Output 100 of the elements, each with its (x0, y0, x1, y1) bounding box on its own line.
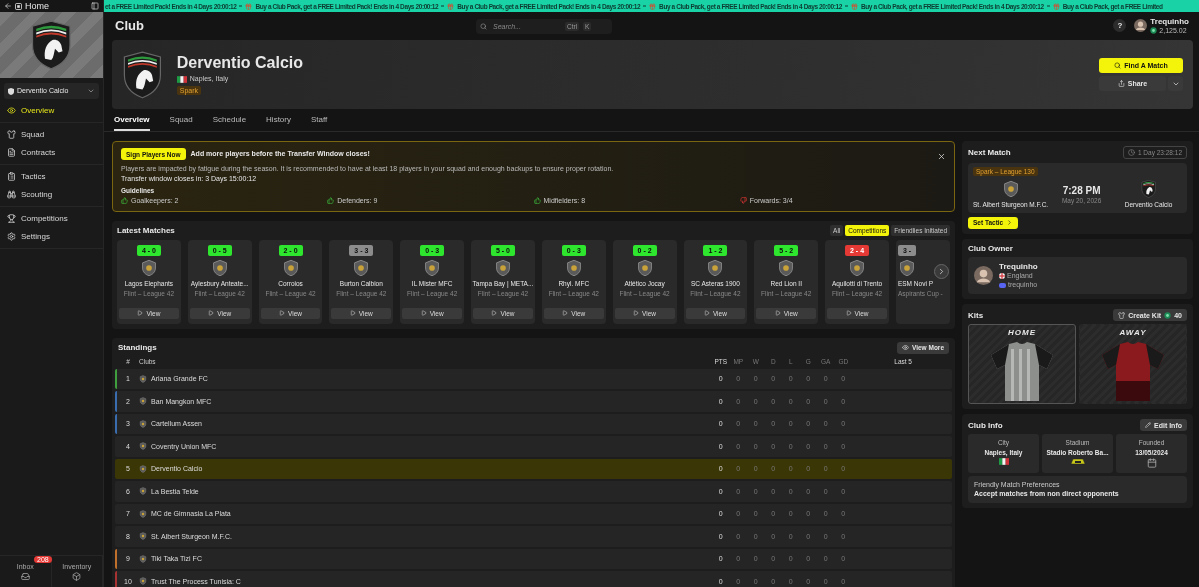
nav-item[interactable]: Competitions (0, 210, 103, 227)
club-crest-icon (848, 258, 867, 277)
shield-logo (122, 50, 163, 99)
shirt-icon (7, 130, 16, 139)
club-crest-icon (139, 419, 147, 428)
trophy-icon (7, 214, 16, 223)
kickoff-time: 7:28 PM (1062, 185, 1101, 197)
club-crest-icon (423, 258, 442, 277)
pencil-icon (1145, 422, 1151, 429)
play-icon (137, 310, 144, 317)
play-icon (279, 310, 286, 317)
kit-label: AWAY (1119, 328, 1147, 338)
user-name: Trequinho (1150, 17, 1189, 27)
club-crest-icon (777, 258, 796, 277)
calendar-icon (1146, 458, 1157, 469)
club-crest-icon (897, 258, 916, 277)
play-icon (349, 310, 356, 317)
separator-dash-icon (441, 5, 445, 7)
club-crest-icon (139, 554, 147, 563)
play-icon (774, 310, 781, 317)
club-crest-icon (1001, 180, 1020, 199)
play-icon (703, 310, 710, 317)
help-button[interactable]: ? (1113, 19, 1127, 33)
club-crest-icon (564, 258, 583, 277)
back-icon[interactable] (4, 2, 12, 10)
section-title: Next Match (968, 148, 1011, 158)
nav-item[interactable]: Settings (0, 228, 103, 245)
kit-label: HOME (1008, 328, 1036, 338)
section-title: Club Info (968, 420, 1003, 430)
play-icon (420, 310, 427, 317)
clipboard-icon (7, 172, 16, 181)
nav-item[interactable]: Squad (0, 126, 103, 143)
club-crest-icon (352, 258, 371, 277)
separator-dash-icon (844, 5, 848, 7)
nav-item[interactable]: Tactics (0, 168, 103, 185)
chevron-right-icon (1006, 219, 1014, 227)
kit-card[interactable]: AWAY (1079, 324, 1187, 405)
app-logo-icon (15, 2, 22, 10)
play-icon (562, 310, 569, 317)
club-crest-icon (706, 258, 725, 277)
italy-flag-icon (998, 458, 1009, 466)
club-crest-icon (139, 442, 147, 451)
shield-logo (1140, 180, 1157, 199)
clock-icon (1127, 149, 1135, 157)
play-icon (845, 310, 852, 317)
section-title: Latest Matches (117, 225, 175, 235)
club-crest-icon (139, 577, 147, 586)
coin-icon (1164, 311, 1172, 319)
search-icon (1114, 62, 1122, 69)
club-crest-icon (139, 487, 147, 496)
shield-logo (30, 20, 73, 70)
club-crest-icon (139, 258, 158, 277)
italy-flag-icon (176, 75, 187, 83)
nav-item[interactable]: Overview (0, 102, 103, 119)
settings-icon (7, 232, 16, 241)
club-crest-icon (210, 258, 229, 277)
nav-item[interactable]: Scouting (0, 186, 103, 203)
nav-item[interactable]: Contracts (0, 144, 103, 161)
chat-icon (999, 282, 1006, 288)
eye-icon (901, 344, 909, 352)
club-crest-icon (493, 258, 512, 277)
tab[interactable]: Schedule (212, 110, 247, 131)
separator-dash-icon (1046, 5, 1050, 7)
club-crest-icon (139, 509, 147, 518)
chevron-right-icon (937, 266, 946, 276)
club-crest-icon (281, 258, 300, 277)
stadium-icon (1069, 458, 1086, 466)
coin-icon (1150, 27, 1158, 35)
club-crest-icon (139, 464, 147, 473)
tab[interactable]: Staff (310, 110, 328, 131)
england-flag-icon (999, 273, 1005, 280)
separator-dash-icon (239, 5, 243, 7)
tab[interactable]: Squad (169, 110, 193, 131)
sidebar-toggle-icon[interactable] (91, 2, 99, 10)
inbox-icon (20, 571, 30, 581)
club-crest-icon (139, 532, 147, 541)
document-icon (7, 148, 16, 157)
chevron-down-icon (87, 87, 95, 95)
club-crest-icon (139, 397, 147, 406)
club-crest-icon (635, 258, 654, 277)
separator-dash-icon (643, 5, 647, 7)
play-icon (633, 310, 640, 317)
section-title: Club Owner (968, 243, 1014, 254)
tab[interactable]: Overview (114, 110, 150, 131)
share-icon (1117, 80, 1125, 87)
binoculars-icon (7, 190, 16, 199)
club-crest-icon (8, 87, 14, 95)
box-icon (72, 571, 82, 581)
close-icon[interactable] (937, 152, 946, 161)
page-title: Club (115, 18, 145, 34)
section-title: Kits (968, 310, 984, 320)
shirt-icon (1118, 311, 1126, 319)
avatar (974, 266, 993, 286)
eye-icon (7, 106, 16, 115)
section-title: Standings (118, 343, 157, 353)
avatar (1134, 19, 1148, 33)
club-name: Derventio Calcio (176, 53, 304, 73)
club-crest-icon (139, 374, 147, 383)
tab[interactable]: History (266, 110, 291, 131)
kit-card[interactable]: HOME (968, 324, 1076, 405)
